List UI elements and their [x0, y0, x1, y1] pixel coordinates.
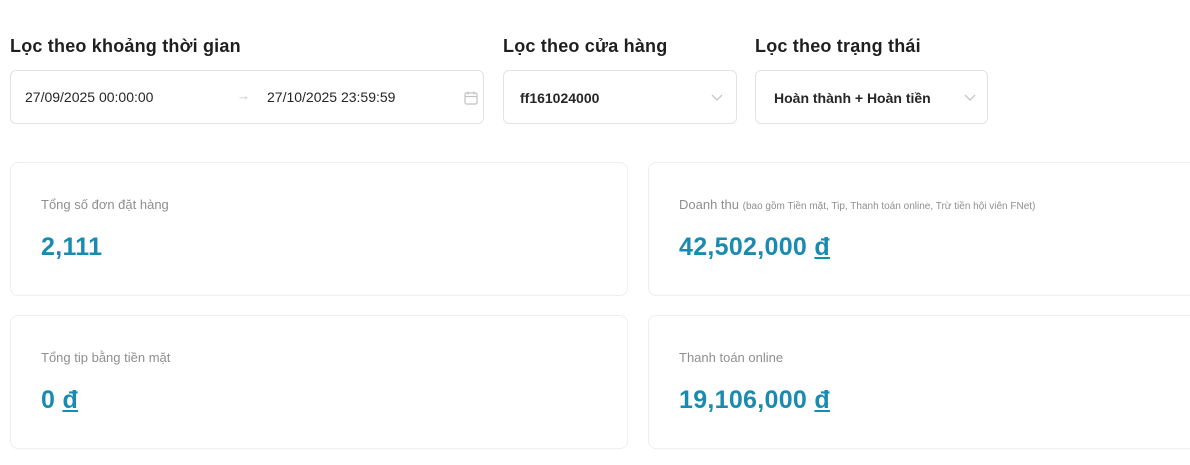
time-filter-label: Lọc theo khoảng thời gian	[10, 36, 241, 56]
total-orders-label: Tổng số đơn đặt hàng	[41, 197, 169, 212]
store-select[interactable]: ff161024000	[503, 70, 737, 124]
chevron-down-icon[interactable]	[710, 93, 724, 103]
cash-tip-card: Tổng tip bằng tiền mặt 0 đ	[10, 315, 628, 449]
calendar-icon[interactable]	[463, 90, 479, 106]
revenue-card: Doanh thu (bao gồm Tiền mặt, Tip, Thanh …	[648, 162, 1190, 296]
revenue-value: 42,502,000	[679, 233, 808, 261]
store-filter-label: Lọc theo cửa hàng	[503, 36, 668, 56]
date-end-input[interactable]: 27/10/2025 23:59:59	[267, 89, 395, 105]
cash-tip-value-row: 0 đ	[41, 386, 78, 415]
date-range-picker[interactable]: 27/09/2025 00:00:00 → 27/10/2025 23:59:5…	[10, 70, 484, 124]
currency-symbol: đ	[814, 386, 830, 414]
currency-symbol: đ	[814, 233, 830, 261]
online-payment-card: Thanh toán online 19,106,000 đ	[648, 315, 1190, 449]
dashboard-page: Lọc theo khoảng thời gian Lọc theo cửa h…	[0, 0, 1190, 465]
revenue-note: (bao gồm Tiền mặt, Tip, Thanh toán onlin…	[742, 201, 1036, 212]
date-start-input[interactable]: 27/09/2025 00:00:00	[25, 89, 153, 105]
revenue-label: Doanh thu	[679, 197, 739, 212]
date-separator-arrow: →	[237, 88, 250, 103]
total-orders-value: 2,111	[41, 233, 103, 261]
online-payment-value: 19,106,000	[679, 386, 808, 414]
total-orders-card: Tổng số đơn đặt hàng 2,111	[10, 162, 628, 296]
store-select-value: ff161024000	[520, 90, 600, 106]
revenue-value-row: 42,502,000 đ	[679, 233, 830, 262]
status-select[interactable]: Hoàn thành + Hoàn tiền	[755, 70, 988, 124]
online-payment-value-row: 19,106,000 đ	[679, 386, 830, 415]
online-payment-label: Thanh toán online	[679, 350, 784, 365]
cash-tip-value: 0	[41, 386, 56, 414]
revenue-label-row: Doanh thu (bao gồm Tiền mặt, Tip, Thanh …	[679, 197, 1035, 212]
cash-tip-label: Tổng tip bằng tiền mặt	[41, 350, 171, 365]
status-filter-label: Lọc theo trạng thái	[755, 36, 921, 56]
status-select-value: Hoàn thành + Hoàn tiền	[774, 90, 931, 106]
chevron-down-icon[interactable]	[963, 93, 977, 103]
currency-symbol: đ	[62, 386, 79, 414]
